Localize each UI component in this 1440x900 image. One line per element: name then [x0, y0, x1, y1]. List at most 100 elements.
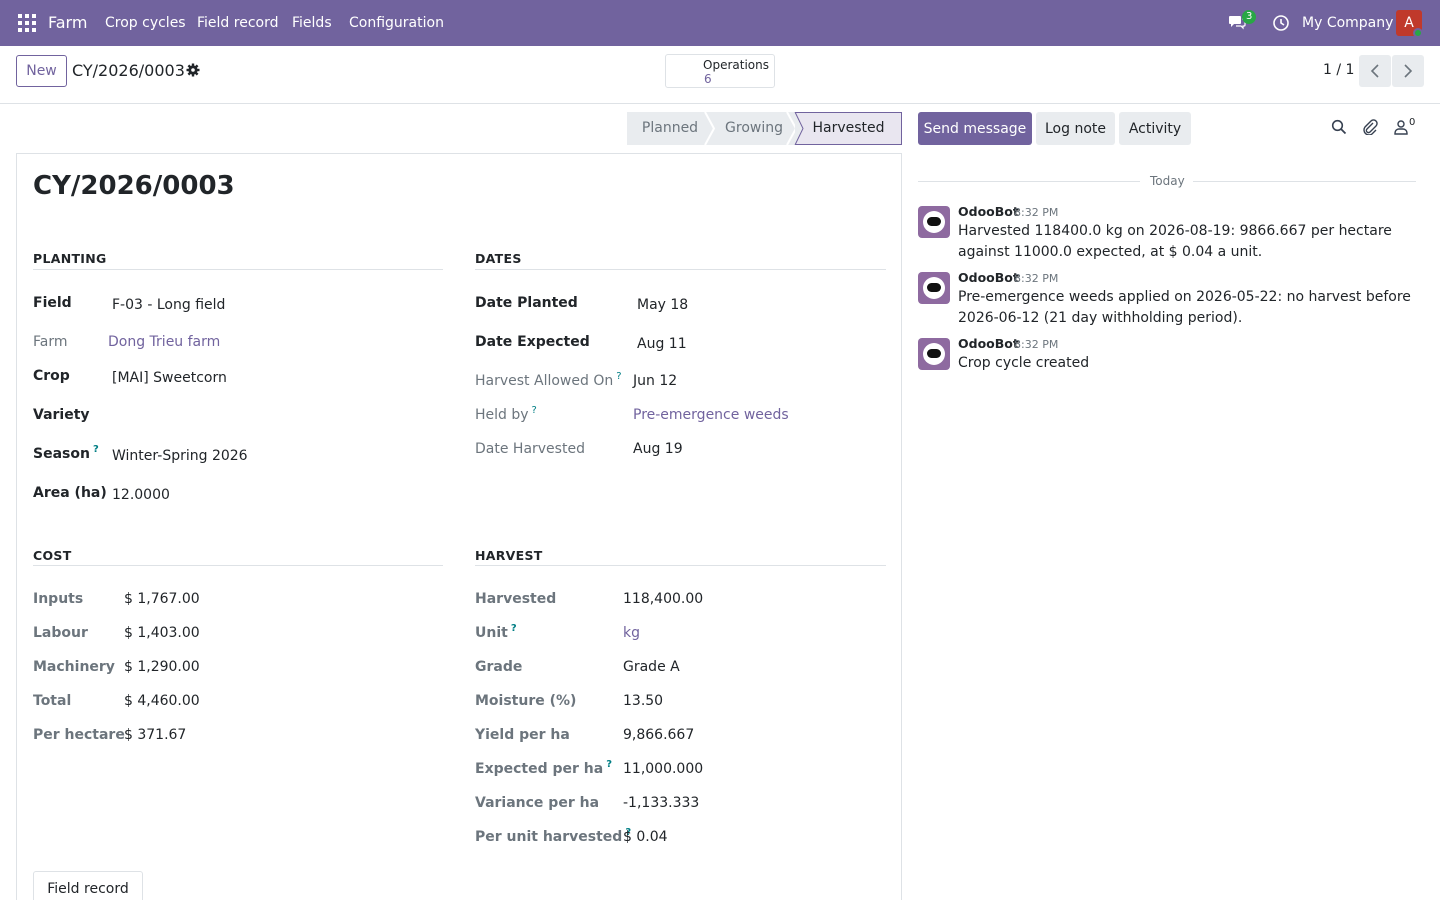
section-cost-divider [33, 565, 443, 566]
chevron-right-icon [1404, 64, 1413, 78]
log-note-button[interactable]: Log note [1036, 112, 1115, 145]
help-icon[interactable]: ? [532, 405, 537, 416]
harvest-allowed-label: Harvest Allowed On? [475, 371, 622, 389]
cost-labour-value: $ 1,403.00 [124, 625, 200, 641]
app-brand[interactable]: Farm [48, 13, 87, 32]
top-navbar: Farm Crop cycles Field record Fields Con… [0, 0, 1440, 46]
odoobot-avatar[interactable] [918, 206, 950, 238]
per-unit-harvested-label-text: Per unit harvested [475, 829, 623, 845]
expected-per-ha-value: 11,000.000 [623, 761, 704, 777]
search-icon[interactable] [1331, 119, 1347, 135]
section-dates-divider [475, 269, 886, 270]
pager-previous-button[interactable] [1359, 55, 1391, 87]
message-author: OdooBot [958, 270, 1019, 285]
pager-next-button[interactable] [1392, 55, 1424, 87]
season-label-text: Season [33, 446, 90, 462]
season-label: Season? [33, 444, 99, 462]
date-expected-value[interactable]: Aug 11 [637, 336, 687, 352]
online-status-icon [1413, 28, 1423, 38]
message-author: OdooBot [958, 336, 1019, 351]
followers-count: 0 [1409, 117, 1416, 128]
message-body: Crop cycle created [958, 355, 1090, 371]
date-harvested-value: Aug 19 [633, 441, 683, 457]
breadcrumb-record-name: CY/2026/0003 [72, 61, 185, 80]
stage-arrows [704, 112, 804, 145]
date-planted-label: Date Planted [475, 295, 578, 311]
section-harvest-title: HARVEST [475, 548, 543, 563]
cost-machinery-value: $ 1,290.00 [124, 659, 200, 675]
cost-per-hectare-label: Per hectare [33, 727, 125, 743]
section-planting-divider [33, 269, 443, 270]
variety-input[interactable] [112, 409, 432, 429]
message-time: 8:32 PM [1014, 272, 1059, 285]
record-title[interactable]: CY/2026/0003 [33, 171, 235, 201]
new-button[interactable]: New [16, 55, 67, 87]
odoobot-avatar[interactable] [918, 272, 950, 304]
area-label: Area (ha) [33, 485, 107, 501]
menu-configuration[interactable]: Configuration [349, 15, 444, 31]
variance-per-ha-label: Variance per ha [475, 795, 600, 811]
menu-field-record[interactable]: Field record [197, 15, 278, 31]
form-sheet [16, 153, 902, 900]
harvested-value: 118,400.00 [623, 591, 704, 607]
farm-link[interactable]: Dong Trieu farm [108, 334, 220, 350]
today-divider-left [918, 181, 1140, 182]
message-time: 8:32 PM [1014, 206, 1059, 219]
menu-crop-cycles[interactable]: Crop cycles [105, 15, 186, 31]
cost-machinery-label: Machinery [33, 659, 115, 675]
variety-label: Variety [33, 407, 90, 423]
apps-menu-icon[interactable] [18, 14, 36, 32]
followers-icon[interactable] [1393, 119, 1409, 135]
cost-per-hectare-value: $ 371.67 [124, 727, 187, 743]
activity-button[interactable]: Activity [1119, 112, 1191, 145]
help-icon[interactable]: ? [93, 444, 99, 455]
message-time: 8:32 PM [1014, 338, 1059, 351]
help-icon[interactable]: ? [606, 759, 612, 770]
odoobot-avatar[interactable] [918, 338, 950, 370]
moisture-value: 13.50 [623, 693, 664, 709]
date-harvested-label: Date Harvested [475, 441, 585, 457]
field-record-button[interactable]: Field record [33, 871, 143, 900]
held-by-link[interactable]: Pre-emergence weeds [633, 407, 789, 423]
held-by-label: Held by? [475, 405, 537, 423]
message-author: OdooBot [958, 204, 1019, 219]
menu-fields[interactable]: Fields [292, 15, 332, 31]
activity-clock-icon[interactable] [1272, 14, 1290, 32]
expected-per-ha-label: Expected per ha? [475, 759, 612, 777]
crop-value[interactable]: [MAI] Sweetcorn [112, 370, 227, 386]
date-planted-value[interactable]: May 18 [637, 297, 688, 313]
field-label: Field [33, 295, 72, 311]
operations-smart-button[interactable]: Operations 6 [665, 54, 775, 88]
per-unit-harvested-label: Per unit harvested? [475, 827, 631, 845]
area-value[interactable]: 12.0000 [112, 487, 170, 503]
grade-value: Grade A [623, 659, 680, 675]
paperclip-icon[interactable] [1362, 119, 1378, 135]
section-cost-title: COST [33, 548, 72, 563]
message-body: Harvested 118400.0 kg on 2026-08-19: 986… [958, 223, 1392, 260]
date-expected-label: Date Expected [475, 334, 590, 350]
yield-per-ha-label: Yield per ha [475, 727, 570, 743]
harvested-label: Harvested [475, 591, 557, 607]
unit-link[interactable]: kg [623, 625, 640, 641]
help-icon[interactable]: ? [511, 623, 517, 634]
grade-label: Grade [475, 659, 523, 675]
message-body: Pre-emergence weeds applied on 2026-05-2… [958, 289, 1411, 326]
season-value[interactable]: Winter-Spring 2026 [112, 448, 248, 464]
expected-per-ha-label-text: Expected per ha [475, 761, 604, 777]
pager-value[interactable]: 1 / 1 [1323, 62, 1354, 78]
section-harvest-divider [475, 565, 886, 566]
moisture-label: Moisture (%) [475, 693, 577, 709]
field-value[interactable]: F-03 - Long field [112, 297, 225, 313]
cost-total-label: Total [33, 693, 72, 709]
variance-per-ha-value: -1,133.333 [623, 795, 700, 811]
gear-icon[interactable] [186, 63, 200, 77]
cost-inputs-label: Inputs [33, 591, 84, 607]
held-by-label-text: Held by [475, 407, 529, 423]
harvest-allowed-label-text: Harvest Allowed On [475, 373, 614, 389]
chevron-left-icon [1370, 64, 1379, 78]
yield-per-ha-value: 9,866.667 [623, 727, 695, 743]
company-switcher[interactable]: My Company [1302, 15, 1393, 31]
send-message-button[interactable]: Send message [918, 112, 1032, 145]
help-icon[interactable]: ? [616, 371, 621, 382]
section-planting-title: PLANTING [33, 251, 107, 266]
